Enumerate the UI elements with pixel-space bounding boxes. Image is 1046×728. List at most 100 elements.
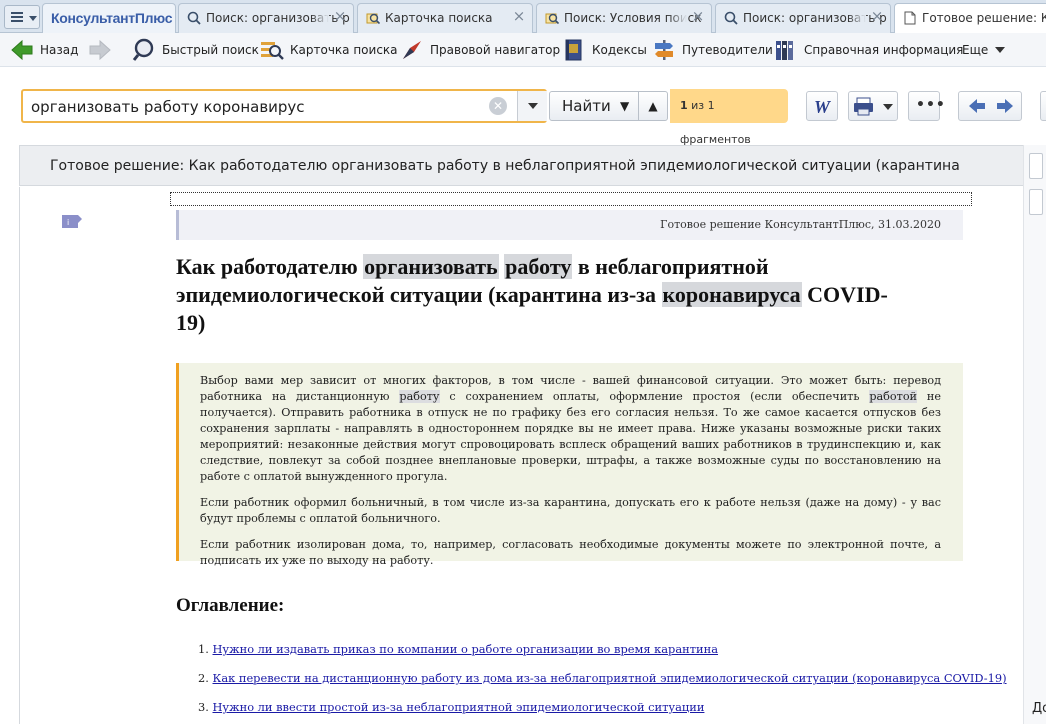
magnifier-icon xyxy=(132,38,154,61)
title-text: Как работодателю xyxy=(176,254,364,279)
main-toolbar: Назад Быстрый поиск Карточка поиска Прав… xyxy=(0,33,1046,67)
summary-paragraph: Если работник изолирован дома, то, напри… xyxy=(200,538,941,567)
back-label: Назад xyxy=(40,43,79,57)
tab-bar: КонсультантПлюс Поиск: организовать р × … xyxy=(0,0,1046,34)
document-title: Как работодателю организовать работу в н… xyxy=(176,253,916,337)
tab-label: Готовое решение: Как xyxy=(922,11,1046,25)
svg-text:i: i xyxy=(67,218,69,227)
reference-info-label: Справочная информация xyxy=(804,43,964,57)
search-icon xyxy=(724,11,738,25)
toc-link[interactable]: Нужно ли издавать приказ по компании о р… xyxy=(213,642,719,656)
tab-search-conditions[interactable]: Поиск: Условия поиск × xyxy=(536,3,712,33)
more-label: Еще xyxy=(962,43,989,57)
document-header: Готовое решение: Как работодателю органи… xyxy=(19,145,1023,186)
close-icon[interactable]: × xyxy=(691,9,705,24)
tab-search-1[interactable]: Поиск: организовать р × xyxy=(178,3,354,33)
tab-search-card[interactable]: Карточка поиска × xyxy=(357,3,533,33)
find-previous-button[interactable]: ▲ xyxy=(638,91,668,121)
tab-search-2[interactable]: Поиск: организовать р × xyxy=(715,3,891,33)
tab-fade xyxy=(669,4,687,32)
main-menu-button[interactable] xyxy=(4,5,40,29)
focus-frame xyxy=(170,192,972,206)
search-highlight: работой xyxy=(869,390,918,403)
fragment-counter: 1 из 1 фрагментов xyxy=(670,89,788,146)
chevron-down-icon xyxy=(29,16,37,21)
toc-number: 3. xyxy=(198,700,209,714)
guides-label: Путеводители xyxy=(682,43,773,57)
tab-fade xyxy=(848,4,866,32)
clear-icon[interactable]: ✕ xyxy=(489,97,507,115)
find-next-button[interactable]: Найти ▼ xyxy=(549,91,639,121)
tab-label: Карточка поиска xyxy=(385,11,493,25)
right-side-panel: До xyxy=(1023,145,1046,724)
close-icon[interactable]: × xyxy=(333,9,347,24)
search-highlight: коронавируса xyxy=(661,282,802,307)
doc-nav-buttons xyxy=(958,91,1022,121)
guides-button[interactable]: Путеводители xyxy=(652,37,773,63)
search-card-button[interactable]: Карточка поиска xyxy=(260,37,398,63)
print-button[interactable] xyxy=(848,91,898,121)
document-icon xyxy=(904,11,916,25)
chevron-down-icon xyxy=(883,104,893,110)
comment-note-icon[interactable]: i xyxy=(61,214,83,229)
svg-text:W: W xyxy=(814,97,832,117)
search-card-icon xyxy=(261,42,284,60)
more-menu-button[interactable]: Еще xyxy=(962,37,1006,63)
reference-info-button[interactable]: Справочная информация xyxy=(774,37,963,63)
app-logo-tab[interactable]: КонсультантПлюс xyxy=(42,3,176,33)
summary-paragraph: Если работник оформил больничный, в том … xyxy=(200,496,941,525)
arrow-right-icon xyxy=(89,39,111,61)
side-panel-toggle-2[interactable] xyxy=(1029,189,1043,215)
search-card-icon xyxy=(545,13,559,25)
tab-ready-solution[interactable]: Готовое решение: Как xyxy=(894,3,1046,34)
printer-icon xyxy=(854,97,873,116)
hamburger-icon xyxy=(11,12,23,22)
quick-search-button[interactable]: Быстрый поиск xyxy=(132,37,259,63)
toc-title: Оглавление: xyxy=(176,595,285,616)
close-icon[interactable]: × xyxy=(512,9,526,24)
more-actions-button[interactable]: ••• xyxy=(908,91,945,121)
signpost-icon xyxy=(655,40,673,60)
search-history-dropdown[interactable] xyxy=(517,91,547,121)
side-panel-button[interactable] xyxy=(1040,91,1046,121)
fragment-total: из 1 фрагментов xyxy=(680,99,751,146)
export-word-button[interactable]: W xyxy=(806,91,838,121)
summary-text: с сохранением оплаты, оформление простоя… xyxy=(439,390,870,403)
find-label: Найти xyxy=(562,97,611,115)
document-meta: Готовое решение КонсультантПлюс, 31.03.2… xyxy=(176,210,963,240)
toc-item: 1. Нужно ли издавать приказ по компании … xyxy=(198,641,978,657)
fragment-current: 1 xyxy=(680,99,688,112)
forward-button[interactable] xyxy=(88,37,118,63)
document-source-date: Готовое решение КонсультантПлюс, 31.03.2… xyxy=(660,218,941,231)
navigator-icon xyxy=(403,41,421,59)
tab-fade xyxy=(311,4,329,32)
search-highlight: работу xyxy=(504,254,573,279)
legal-navigator-button[interactable]: Правовой навигатор xyxy=(400,37,560,63)
binders-icon xyxy=(776,41,793,60)
arrow-left-icon xyxy=(11,39,33,61)
side-panel-toggle[interactable] xyxy=(1029,153,1043,179)
back-button[interactable]: Назад xyxy=(10,37,78,63)
document-body: i Готовое решение КонсультантПлюс, 31.03… xyxy=(19,187,1023,724)
summary-paragraph: Выбор вами мер зависит от многих факторо… xyxy=(200,373,941,485)
toc-number: 1. xyxy=(198,642,209,656)
arrow-right-icon[interactable] xyxy=(993,95,1017,117)
close-icon[interactable]: × xyxy=(870,9,884,24)
search-input[interactable] xyxy=(31,94,491,120)
table-of-contents: 1. Нужно ли издавать приказ по компании … xyxy=(198,641,1007,728)
search-highlight: работу xyxy=(399,390,440,403)
codes-label: Кодексы xyxy=(592,43,647,57)
toc-number: 2. xyxy=(198,671,209,685)
quick-search-label: Быстрый поиск xyxy=(162,43,259,57)
toc-link[interactable]: Нужно ли ввести простой из-за неблагопри… xyxy=(213,700,705,714)
ellipsis-icon: ••• xyxy=(916,97,946,113)
search-box: ✕ xyxy=(21,89,547,123)
word-icon: W xyxy=(814,97,832,117)
arrow-left-icon[interactable] xyxy=(965,95,989,117)
search-card-icon xyxy=(366,13,380,25)
search-card-label: Карточка поиска xyxy=(290,43,398,57)
legal-navigator-label: Правовой навигатор xyxy=(430,43,561,57)
codes-button[interactable]: Кодексы xyxy=(562,37,647,63)
toc-link[interactable]: Как перевести на дистанционную работу из… xyxy=(213,671,1007,685)
summary-block: Выбор вами мер зависит от многих факторо… xyxy=(176,363,963,567)
